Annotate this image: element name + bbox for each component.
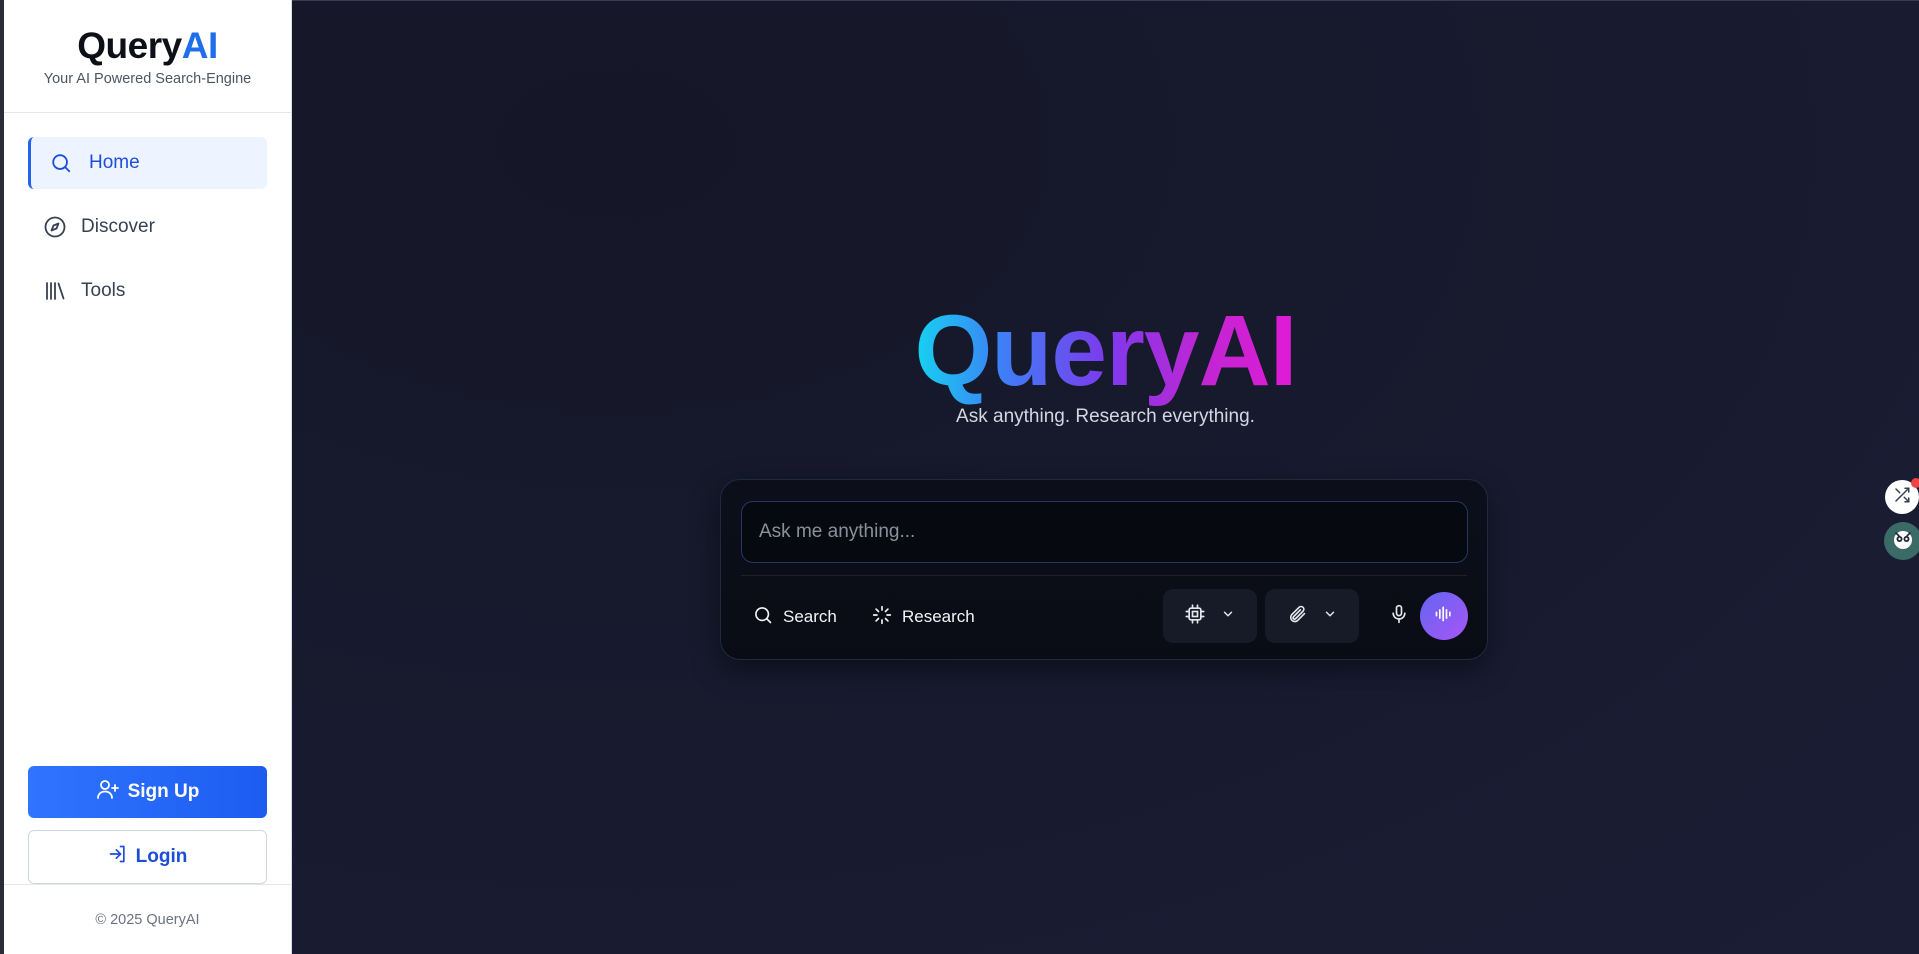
sidebar-item-home[interactable]: Home (28, 137, 267, 189)
attach-button[interactable] (1265, 589, 1359, 643)
sidebar-item-discover[interactable]: Discover (28, 201, 267, 253)
library-icon (43, 279, 67, 303)
owl-icon (1891, 527, 1915, 556)
research-mode-button[interactable]: Research (872, 602, 975, 632)
app-root: QueryAI Your AI Powered Search-Engine Ho… (0, 0, 1919, 954)
user-plus-icon (96, 777, 120, 807)
brand-name-accent: AI (181, 25, 219, 66)
brand-tagline: Your AI Powered Search-Engine (43, 71, 252, 87)
microphone-icon (1389, 604, 1409, 629)
query-divider (741, 575, 1467, 576)
brand-header: QueryAI Your AI Powered Search-Engine (4, 0, 291, 113)
sidebar-footer: © 2025 QueryAI (4, 884, 291, 954)
sidebar: QueryAI Your AI Powered Search-Engine Ho… (0, 0, 292, 954)
chevron-down-icon (1323, 607, 1337, 626)
sidebar-nav: Home Discover Tools (4, 113, 291, 329)
sidebar-item-label: Home (89, 152, 140, 173)
brand-logo[interactable]: QueryAI (4, 26, 291, 66)
compass-icon (43, 215, 67, 239)
brand-name: Query (77, 25, 182, 66)
extension-float-button[interactable] (1885, 478, 1919, 514)
search-mode-label: Search (783, 607, 837, 626)
cpu-icon (1185, 603, 1205, 629)
research-mode-label: Research (902, 607, 975, 626)
voice-mode-button[interactable] (1420, 592, 1468, 640)
search-icon (49, 151, 73, 175)
sidebar-item-tools[interactable]: Tools (28, 265, 267, 317)
login-icon (108, 844, 128, 870)
main-area: QueryAI Ask anything. Research everythin… (292, 0, 1919, 954)
notification-dot (1911, 478, 1919, 488)
login-label: Login (135, 846, 188, 867)
shuffle-icon (1893, 486, 1911, 509)
microphone-button[interactable] (1384, 601, 1414, 631)
paperclip-icon (1287, 604, 1307, 629)
sidebar-auth: Sign Up Login © 2025 QueryAI (4, 766, 291, 954)
model-select-button[interactable] (1163, 589, 1257, 643)
search-mode-button[interactable]: Search (753, 602, 837, 632)
query-card: Search Research (720, 479, 1488, 660)
assistant-float-button[interactable] (1884, 522, 1919, 560)
signup-label: Sign Up (127, 781, 200, 802)
chevron-down-icon (1221, 607, 1235, 626)
sidebar-item-label: Discover (81, 216, 155, 237)
login-button[interactable]: Login (28, 830, 267, 884)
query-input[interactable] (741, 501, 1468, 563)
audio-wave-icon (1434, 604, 1454, 629)
search-icon (753, 605, 773, 630)
loader-icon (872, 605, 892, 630)
sidebar-item-label: Tools (81, 280, 126, 301)
hero-title-text: QueryAI (914, 295, 1297, 407)
hero-subtitle: Ask anything. Research everything. (956, 406, 1255, 427)
hero-title: QueryAI (292, 296, 1919, 406)
signup-button[interactable]: Sign Up (28, 766, 267, 818)
